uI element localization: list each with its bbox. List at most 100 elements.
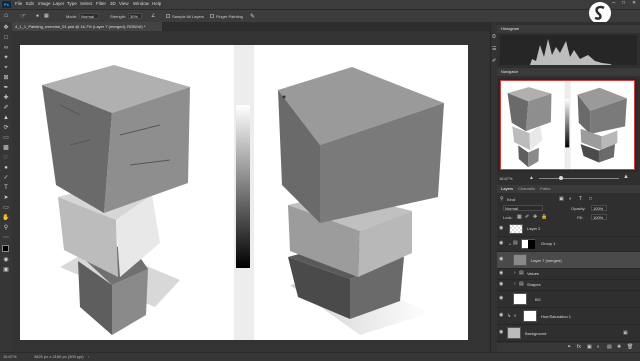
eraser-tool-icon[interactable]: ▭ (2, 134, 10, 142)
visibility-eye-icon[interactable]: ◉ (499, 296, 504, 301)
lock-move-icon[interactable]: ✥ (533, 214, 537, 220)
layer-name[interactable]: Hue/Saturation 1 (541, 314, 571, 319)
stamp-tool-icon[interactable]: ▲ (2, 114, 10, 122)
eyedropper-tool-icon[interactable]: ✒ (2, 84, 10, 92)
channels-tab[interactable]: Channels (514, 186, 535, 191)
new-adjustment-icon[interactable]: ◐ (597, 344, 600, 350)
properties-panel-icon[interactable]: ☰ (492, 46, 496, 52)
smudge-tool-icon[interactable]: ☞ (2, 154, 10, 162)
quick-select-tool-icon[interactable]: ✦ (2, 54, 10, 62)
history-panel-icon[interactable]: ⏱ (492, 34, 496, 40)
histogram-panel-header[interactable]: Histogram (497, 25, 640, 33)
smudge-tool-icon[interactable]: ☞ (20, 12, 26, 20)
menu-edit[interactable]: Edit (26, 1, 34, 6)
paths-tab[interactable]: Paths (536, 186, 550, 191)
new-layer-icon[interactable]: ✚ (617, 344, 621, 350)
visibility-eye-icon[interactable]: ◉ (499, 241, 504, 246)
gradient-tool-icon[interactable]: ▩ (2, 144, 10, 152)
chevron-right-icon[interactable]: › (514, 281, 516, 287)
layer-row-layer-7-merged[interactable]: ◉ Layer 7 (merged) (497, 252, 640, 269)
healing-tool-icon[interactable]: ✚ (2, 94, 10, 102)
layers-tab[interactable]: Layers (497, 186, 513, 191)
blend-mode-select[interactable]: Normal (503, 205, 543, 211)
strength-field[interactable]: 30% (128, 13, 142, 19)
sample-all-checkbox[interactable] (166, 14, 170, 18)
lock-paint-icon[interactable]: ✐ (525, 214, 529, 220)
brushes-panel-icon[interactable]: ✐ (492, 58, 496, 64)
delete-layer-icon[interactable]: 🗑 (627, 344, 633, 350)
histogram-tab[interactable]: Histogram (497, 26, 519, 31)
chevron-down-icon[interactable]: ⌄ (508, 241, 512, 247)
layer-name[interactable]: Background (525, 331, 546, 336)
filter-type-icon[interactable]: T (579, 196, 582, 202)
layer-name[interactable]: BG (535, 297, 541, 302)
navigator-preview[interactable] (498, 78, 637, 172)
layer-name[interactable]: Group 1 (541, 241, 555, 246)
layer-name[interactable]: Shapes (527, 282, 541, 287)
home-icon[interactable]: ⌂ (4, 12, 8, 19)
navigator-tab[interactable]: Navigator (497, 69, 518, 74)
filter-image-icon[interactable]: ▣ (559, 196, 564, 202)
menu-view[interactable]: View (119, 1, 129, 6)
brush-preset-icon[interactable]: ● (36, 13, 39, 19)
zoom-slider[interactable] (539, 178, 619, 179)
marquee-tool-icon[interactable]: □ (2, 34, 10, 42)
menu-type[interactable]: Type (67, 1, 77, 6)
screen-mode-icon[interactable]: ▣ (2, 266, 10, 274)
link-layers-icon[interactable]: ⚭ (567, 344, 571, 350)
visibility-eye-icon[interactable]: ◉ (499, 313, 504, 318)
more-tools-icon[interactable]: ⋯ (2, 234, 10, 242)
foreground-color-swatch[interactable] (2, 245, 9, 252)
filter-search-icon[interactable]: ⚲ (500, 196, 504, 202)
navigator-zoom-value[interactable]: 16.67% (499, 176, 513, 181)
lock-all-icon[interactable]: 🔒 (541, 214, 547, 220)
maximize-icon[interactable]: □ (622, 0, 625, 6)
minimize-icon[interactable]: – (612, 0, 615, 6)
layer-row-shapes[interactable]: ◉ › ▤ Shapes (497, 280, 640, 291)
history-brush-icon[interactable]: ⟳ (2, 124, 10, 132)
lock-pixels-icon[interactable]: ▦ (517, 214, 522, 220)
menu-select[interactable]: Select (80, 1, 93, 6)
visibility-eye-icon[interactable]: ◉ (499, 282, 504, 287)
add-mask-icon[interactable]: ▣ (587, 344, 592, 350)
filter-kind-select[interactable]: Kind (507, 197, 515, 202)
quick-mask-icon[interactable]: ◉ (2, 256, 10, 264)
visibility-eye-icon[interactable]: ◉ (499, 226, 504, 231)
brush-tool-icon[interactable]: ✐ (2, 104, 10, 112)
chevron-right-icon[interactable]: › (514, 270, 516, 276)
hand-tool-icon[interactable]: ✋ (2, 214, 10, 222)
zoom-tool-icon[interactable]: ⚲ (2, 224, 10, 232)
pen-tool-icon[interactable]: ✓ (2, 174, 10, 182)
frame-tool-icon[interactable]: ⊠ (2, 74, 10, 82)
shape-tool-icon[interactable]: ▭ (2, 204, 10, 212)
mode-select[interactable]: Normal (79, 13, 99, 19)
filter-adjust-icon[interactable]: ◐ (569, 196, 572, 202)
pressure-icon[interactable]: ✎ (250, 13, 255, 20)
navigator-view-box[interactable] (500, 80, 635, 170)
layer-row-background[interactable]: ◉ Background ▣ (497, 325, 640, 342)
filter-shape-icon[interactable]: □ (589, 196, 592, 202)
menu-layer[interactable]: Layer (53, 1, 64, 6)
lasso-tool-icon[interactable]: ∞ (2, 44, 10, 52)
path-select-tool-icon[interactable]: ➤ (2, 194, 10, 202)
layer-row-bg[interactable]: ◉ BG (497, 291, 640, 308)
new-group-icon[interactable]: ▤ (607, 344, 612, 350)
menu-filter[interactable]: Filter (96, 1, 106, 6)
menu-image[interactable]: Image (38, 1, 51, 6)
layer-name[interactable]: Values (527, 271, 539, 276)
close-icon[interactable]: ✕ (632, 0, 636, 6)
layer-row-layer-2[interactable]: ◉ Layer 2 (497, 222, 640, 237)
layer-name[interactable]: Layer 2 (527, 226, 540, 231)
menu-window[interactable]: Window (133, 1, 149, 6)
menu-help[interactable]: Help (152, 1, 161, 6)
crop-tool-icon[interactable]: ⌖ (2, 64, 10, 72)
menu-3d[interactable]: 3D (110, 1, 116, 6)
visibility-eye-icon[interactable]: ◉ (499, 330, 504, 335)
finger-painting-checkbox[interactable] (210, 14, 214, 18)
layer-name[interactable]: Layer 7 (merged) (531, 258, 562, 263)
document-canvas[interactable] (20, 45, 468, 340)
brush-settings-icon[interactable]: ▦ (44, 13, 49, 19)
zoom-out-icon[interactable]: ▲ (529, 175, 534, 181)
layer-row-hue-saturation-1[interactable]: ◉ ↳ ◐ Hue/Saturation 1 (497, 308, 640, 325)
visibility-eye-icon[interactable]: ◉ (499, 271, 504, 276)
